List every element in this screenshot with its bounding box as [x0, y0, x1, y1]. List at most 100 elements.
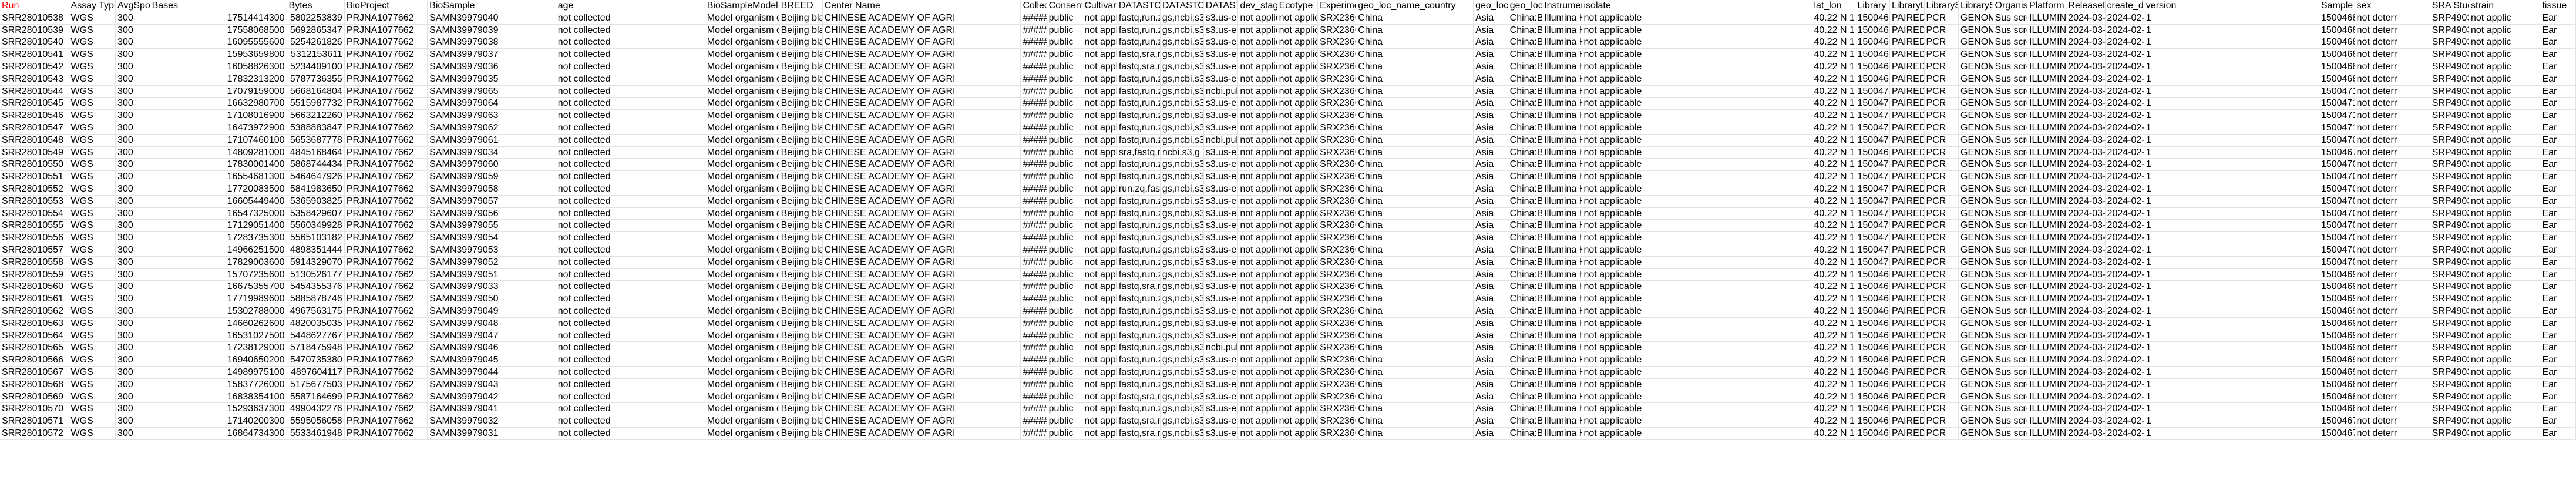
table-cell[interactable]: PAIRED	[1889, 85, 1925, 98]
table-cell[interactable]: WGS	[69, 109, 116, 122]
table-cell[interactable]: 2024-03-(	[2066, 219, 2106, 233]
table-cell[interactable]: SRP49039	[2430, 402, 2469, 416]
table-cell[interactable]: SRR28010549	[0, 146, 69, 159]
table-cell[interactable]: 1	[2144, 402, 2319, 416]
table-cell[interactable]: gs,ncbi,s3	[1160, 195, 1204, 208]
table-cell[interactable]: GENOMIC	[1958, 183, 1993, 196]
table-cell[interactable]: PCR	[1924, 134, 1959, 147]
table-cell[interactable]: Sus scrofa	[1993, 61, 2028, 73]
table-cell[interactable]: s3.us-east	[1203, 183, 1239, 196]
table-cell[interactable]: ILLUMINA	[2027, 183, 2067, 196]
table-cell[interactable]: not collected	[556, 73, 705, 86]
table-cell[interactable]: public	[1047, 427, 1083, 440]
table-cell[interactable]: Ear	[2540, 24, 2576, 37]
table-cell[interactable]: Illumina H	[1542, 85, 1582, 98]
table-cell[interactable]: PRJNA1077662	[344, 134, 428, 147]
table-cell[interactable]: not applic	[1277, 378, 1319, 391]
table-cell[interactable]: GENOMIC	[1958, 341, 1993, 355]
table-cell[interactable]: public	[1047, 158, 1083, 172]
table-cell[interactable]: PCR	[1924, 48, 1959, 61]
table-cell[interactable]: PAIRED	[1889, 366, 1925, 379]
table-cell[interactable]: Asia	[1473, 415, 1508, 428]
table-cell[interactable]: 2024-02-2	[2105, 354, 2144, 367]
table-cell[interactable]: 15004698	[2319, 280, 2355, 294]
table-cell[interactable]: Illumina H	[1542, 268, 1582, 281]
table-cell[interactable]: GENOMIC	[1958, 134, 1993, 147]
table-cell[interactable]: PAIRED	[1889, 146, 1925, 159]
table-cell[interactable]: WGS	[69, 146, 116, 159]
table-cell[interactable]: Ear	[2540, 146, 2576, 159]
table-cell[interactable]: Beijing black	[779, 280, 823, 294]
table-cell[interactable]: public	[1047, 317, 1083, 330]
table-cell[interactable]: 300	[115, 24, 150, 37]
table-cell[interactable]: PAIRED	[1889, 207, 1925, 220]
table-cell[interactable]: China	[1356, 317, 1474, 330]
table-cell[interactable]: 2024-03-(	[2066, 122, 2106, 135]
table-cell[interactable]: Illumina H	[1542, 391, 1582, 404]
table-cell[interactable]: 2024-03-(	[2066, 24, 2106, 37]
column-header[interactable]: Assay Type	[69, 0, 116, 12]
table-cell[interactable]: PCR	[1924, 415, 1959, 428]
table-cell[interactable]: 1	[2144, 219, 2319, 233]
table-cell[interactable]: 15004693	[2319, 341, 2355, 355]
table-cell[interactable]: Illumina H	[1542, 293, 1582, 305]
table-cell[interactable]: fastq,run.z	[1117, 12, 1161, 25]
table-cell[interactable]: fastq,run.z	[1117, 330, 1161, 342]
table-cell[interactable]: public	[1047, 341, 1083, 355]
table-cell[interactable]: public	[1047, 61, 1083, 73]
table-cell[interactable]: 1	[2144, 305, 2319, 318]
table-cell[interactable]: 2024-03-(	[2066, 402, 2106, 416]
table-cell[interactable]: 15004702	[1855, 231, 1890, 244]
table-cell[interactable]: Ear	[2540, 219, 2576, 233]
table-cell[interactable]: SRR28010572	[0, 427, 69, 440]
table-cell[interactable]: Model organism or a	[705, 244, 779, 257]
table-cell[interactable]: not applic	[1277, 48, 1319, 61]
table-cell[interactable]: CHINESE ACADEMY OF AGRI	[822, 330, 1021, 342]
table-cell[interactable]: 40.22 N 1	[1812, 73, 1856, 86]
table-cell[interactable]: SRP49039	[2430, 354, 2469, 367]
table-cell[interactable]: not deterr	[2355, 195, 2430, 208]
table-cell[interactable]: 300	[115, 122, 150, 135]
table-cell[interactable]: s3.us-east	[1203, 305, 1239, 318]
table-cell[interactable]: Sus scrofa	[1993, 36, 2028, 49]
table-cell[interactable]: fastq,run.z	[1117, 73, 1161, 86]
table-cell[interactable]: ILLUMINA	[2027, 354, 2067, 367]
table-cell[interactable]: WGS	[69, 61, 116, 73]
table-cell[interactable]: PCR	[1924, 12, 1959, 25]
table-cell[interactable]: 2024-03-(	[2066, 134, 2106, 147]
table-cell[interactable]: 300	[115, 109, 150, 122]
table-cell[interactable]: SRP49039	[2430, 293, 2469, 305]
table-cell[interactable]: SRP49039	[2430, 24, 2469, 37]
table-cell[interactable]: ######	[1020, 85, 1047, 98]
table-cell[interactable]: PRJNA1077662	[344, 12, 428, 25]
table-cell[interactable]: GENOMIC	[1958, 85, 1993, 98]
table-cell[interactable]: ILLUMINA	[2027, 122, 2067, 135]
table-cell[interactable]: not applic	[1237, 219, 1277, 233]
table-cell[interactable]: China:Beij	[1508, 183, 1543, 196]
table-cell[interactable]: Ear	[2540, 330, 2576, 342]
table-cell[interactable]: SAMN39979048	[427, 317, 556, 330]
table-cell[interactable]: Asia	[1473, 402, 1508, 416]
table-cell[interactable]: 2024-02-2	[2105, 378, 2144, 391]
table-cell[interactable]: not deterr	[2355, 219, 2430, 233]
table-cell[interactable]: s3.us-east	[1203, 256, 1239, 269]
table-cell[interactable]: not applic	[2469, 354, 2541, 367]
table-cell[interactable]: Illumina H	[1542, 183, 1582, 196]
table-cell[interactable]: not collected	[556, 109, 705, 122]
table-cell[interactable]: Beijing black	[779, 317, 823, 330]
table-cell[interactable]: SRX236639	[1317, 85, 1357, 98]
table-cell[interactable]: PAIRED	[1889, 415, 1925, 428]
table-cell[interactable]: 300	[115, 268, 150, 281]
table-cell[interactable]: SRX236639	[1317, 293, 1357, 305]
table-cell[interactable]: 15293637300	[150, 402, 287, 416]
table-cell[interactable]: Illumina H	[1542, 280, 1582, 294]
table-cell[interactable]: 15004699	[1855, 268, 1890, 281]
table-cell[interactable]: ######	[1020, 231, 1047, 244]
table-cell[interactable]: ILLUMINA	[2027, 36, 2067, 49]
table-cell[interactable]: 15004688	[2319, 391, 2355, 404]
table-cell[interactable]: s3.us-east	[1203, 109, 1239, 122]
table-cell[interactable]: not collected	[556, 158, 705, 172]
table-cell[interactable]: not deterr	[2355, 317, 2430, 330]
table-cell[interactable]: China:Beij	[1508, 293, 1543, 305]
table-cell[interactable]: 1	[2144, 170, 2319, 183]
